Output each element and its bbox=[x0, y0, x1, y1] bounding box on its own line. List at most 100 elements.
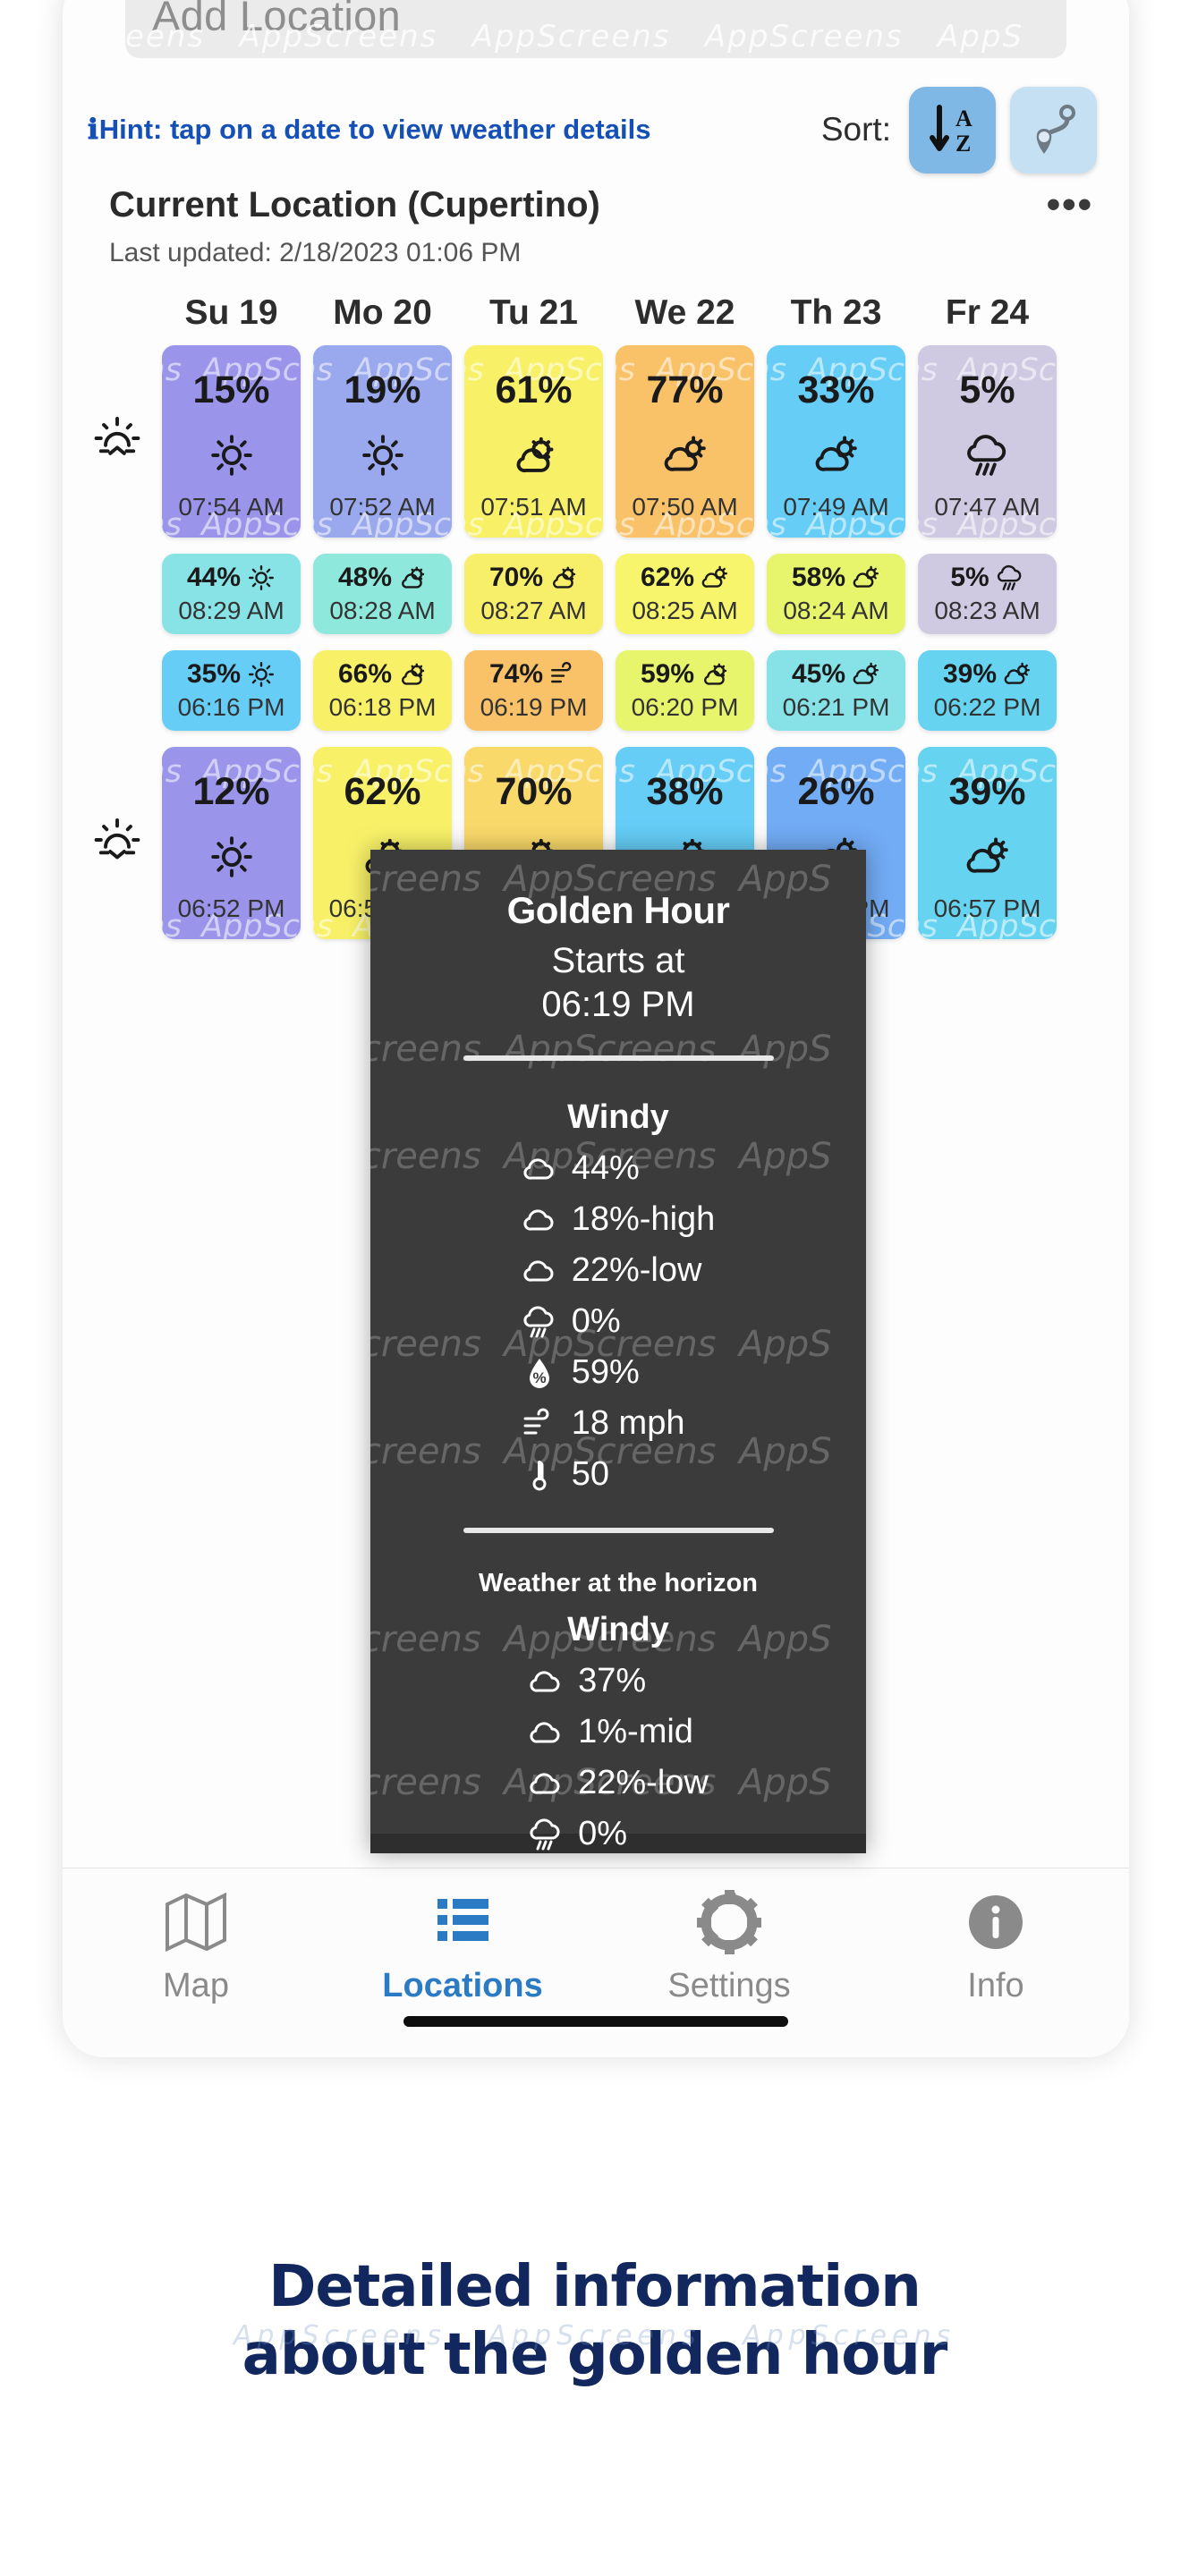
forecast-cell[interactable]: ens AppScreens ens AppScreens 39% 06:57 … bbox=[912, 747, 1063, 939]
forecast-card[interactable]: 45% 06:21 PM bbox=[767, 650, 905, 731]
forecast-percent: 48% bbox=[337, 563, 393, 592]
popup-title: Golden Hour bbox=[506, 889, 730, 931]
forecast-cell[interactable]: ens AppScreens ens AppScreens 33% 07:49 … bbox=[760, 345, 912, 538]
forecast-time: 06:22 PM bbox=[933, 693, 1041, 721]
watermark-text: oScreens AppScreens AppS bbox=[370, 1029, 832, 1070]
cloud-icon bbox=[522, 1253, 557, 1289]
forecast-percent: 74% bbox=[488, 659, 544, 689]
forecast-time: 07:51 AM bbox=[480, 493, 587, 521]
forecast-card[interactable]: 48% 08:28 AM bbox=[313, 554, 452, 634]
forecast-cell[interactable]: 59% 06:20 PM bbox=[609, 650, 760, 731]
popup-metric-value: 22%-low bbox=[571, 1251, 702, 1289]
day-header-th: Th 23 bbox=[790, 293, 882, 332]
forecast-time: 07:50 AM bbox=[632, 493, 738, 521]
forecast-card[interactable]: ens AppScreens ens AppScreens 15% 07:54 … bbox=[162, 345, 301, 538]
sun-icon bbox=[247, 660, 276, 689]
forecast-cell[interactable]: 62% 08:25 AM bbox=[609, 554, 760, 634]
tab-locations[interactable]: Locations bbox=[329, 1888, 596, 2005]
forecast-cell[interactable]: 66% 06:18 PM bbox=[307, 650, 458, 731]
forecast-percent: 66% bbox=[337, 659, 393, 689]
cloud-sun-icon bbox=[1003, 660, 1032, 689]
popup-metric-value: 0% bbox=[578, 1815, 628, 1852]
popup-metric: 0% bbox=[528, 1815, 709, 1853]
thermometer-icon bbox=[522, 1457, 557, 1493]
phone-frame: Add Location eens AppScreens AppScreens … bbox=[63, 0, 1129, 2057]
hint-label: ℹHint: tap on a date to view weather det… bbox=[88, 114, 650, 146]
forecast-cell[interactable]: ens AppScreens ens AppScreens 77% 07:50 … bbox=[609, 345, 760, 538]
popup-metric: 18%-high bbox=[522, 1200, 716, 1239]
forecast-card[interactable]: ens AppScreens ens AppScreens 5% 07:47 A… bbox=[918, 345, 1057, 538]
forecast-time: 06:20 PM bbox=[631, 693, 739, 721]
gear-icon bbox=[695, 1888, 763, 1956]
popup-metric-value: 37% bbox=[578, 1662, 647, 1699]
rain-icon bbox=[528, 1817, 564, 1852]
golden-hour-popup[interactable]: oScreens AppScreens AppS oScreens AppScr… bbox=[370, 850, 866, 1853]
tab-settings[interactable]: Settings bbox=[596, 1888, 862, 2005]
forecast-percent: 5% bbox=[959, 369, 1015, 411]
sort-route-button[interactable] bbox=[1010, 86, 1097, 174]
forecast-card[interactable]: 39% 06:22 PM bbox=[918, 650, 1057, 731]
forecast-card[interactable]: 58% 08:24 AM bbox=[767, 554, 905, 634]
caption: Detailed information about the golden ho… bbox=[0, 2254, 1189, 2389]
forecast-grid: Su 19 Mo 20 Tu 21 We 22 Th 23 Fr 24 ens AppSc… bbox=[63, 293, 1129, 939]
tab-map[interactable]: Map bbox=[63, 1888, 329, 2005]
popup-metric: 44% bbox=[522, 1149, 716, 1188]
sun-icon bbox=[208, 834, 255, 880]
forecast-cell[interactable]: 74% 06:19 PM bbox=[458, 650, 609, 731]
forecast-card[interactable]: 62% 08:25 AM bbox=[616, 554, 754, 634]
forecast-card[interactable]: 59% 06:20 PM bbox=[616, 650, 754, 731]
add-location-search[interactable]: Add Location eens AppScreens AppScreens … bbox=[125, 0, 1066, 58]
forecast-percent: 70% bbox=[495, 770, 573, 813]
forecast-percent: 39% bbox=[948, 770, 1026, 813]
cloud-icon bbox=[528, 1664, 564, 1699]
forecast-card[interactable]: 5% 08:23 AM bbox=[918, 554, 1057, 634]
day-header-row: Su 19 Mo 20 Tu 21 We 22 Th 23 Fr 24 bbox=[63, 293, 1129, 333]
forecast-cell[interactable]: 44% 08:29 AM bbox=[156, 554, 307, 634]
forecast-percent: 61% bbox=[495, 369, 573, 411]
popup-starts-label: Starts at bbox=[551, 941, 685, 980]
forecast-cell[interactable]: ens AppScreens ens AppScreens 19% 07:52 … bbox=[307, 345, 458, 538]
forecast-cell[interactable]: ens AppScreens ens AppScreens 61% 07:51 … bbox=[458, 345, 609, 538]
forecast-cell[interactable]: 48% 08:28 AM bbox=[307, 554, 458, 634]
golden-morning-row: 44% 08:29 AM 48% 08:28 AM 70% 08:27 AM 6… bbox=[63, 554, 1129, 634]
forecast-cell[interactable]: ens AppScreens ens AppScreens 5% 07:47 A… bbox=[912, 345, 1063, 538]
forecast-cell[interactable]: 39% 06:22 PM bbox=[912, 650, 1063, 731]
forecast-card[interactable]: 74% 06:19 PM bbox=[464, 650, 603, 731]
forecast-card[interactable]: 66% 06:18 PM bbox=[313, 650, 452, 731]
day-header-su: Su 19 bbox=[184, 293, 278, 332]
forecast-card[interactable]: ens AppScreens ens AppScreens 61% 07:51 … bbox=[464, 345, 603, 538]
cloud-sun-icon bbox=[964, 834, 1011, 880]
forecast-cell[interactable]: 35% 06:16 PM bbox=[156, 650, 307, 731]
forecast-card[interactable]: ens AppScreens ens AppScreens 19% 07:52 … bbox=[313, 345, 452, 538]
forecast-cell[interactable]: ens AppScreens ens AppScreens 15% 07:54 … bbox=[156, 345, 307, 538]
forecast-cell[interactable]: 58% 08:24 AM bbox=[760, 554, 912, 634]
search-input[interactable]: Add Location bbox=[125, 0, 1066, 58]
wind-icon bbox=[549, 660, 578, 689]
hint-and-sort-row: ℹHint: tap on a date to view weather det… bbox=[63, 80, 1129, 179]
sort-alpha-button[interactable]: A Z bbox=[909, 86, 996, 174]
forecast-card[interactable]: ens AppScreens ens AppScreens 77% 07:50 … bbox=[616, 345, 754, 538]
forecast-cell[interactable]: ens AppScreens ens AppScreens 12% 06:52 … bbox=[156, 747, 307, 939]
forecast-time: 08:24 AM bbox=[783, 597, 889, 624]
svg-text:A: A bbox=[955, 106, 972, 131]
forecast-cell[interactable]: 70% 08:27 AM bbox=[458, 554, 609, 634]
forecast-card[interactable]: 70% 08:27 AM bbox=[464, 554, 603, 634]
forecast-percent: 77% bbox=[646, 369, 724, 411]
forecast-percent: 26% bbox=[797, 770, 875, 813]
forecast-cell[interactable]: 45% 06:21 PM bbox=[760, 650, 912, 731]
forecast-percent: 44% bbox=[186, 563, 242, 592]
forecast-card[interactable]: ens AppScreens ens AppScreens 12% 06:52 … bbox=[162, 747, 301, 939]
location-header: Current Location (Cupertino) ••• bbox=[63, 177, 1129, 233]
forecast-card[interactable]: ens AppScreens ens AppScreens 39% 06:57 … bbox=[918, 747, 1057, 939]
cloud-icon bbox=[528, 1766, 564, 1801]
forecast-card[interactable]: ens AppScreens ens AppScreens 33% 07:49 … bbox=[767, 345, 905, 538]
forecast-cell[interactable]: 5% 08:23 AM bbox=[912, 554, 1063, 634]
forecast-percent: 15% bbox=[192, 369, 270, 411]
location-menu-button[interactable]: ••• bbox=[1047, 185, 1093, 224]
tab-info[interactable]: Info bbox=[862, 1888, 1129, 2005]
popup-metric-value: 18%-high bbox=[571, 1200, 716, 1238]
popup-metric-value: 59% bbox=[571, 1353, 640, 1391]
forecast-card[interactable]: 35% 06:16 PM bbox=[162, 650, 301, 731]
forecast-time: 08:23 AM bbox=[934, 597, 1040, 624]
forecast-card[interactable]: 44% 08:29 AM bbox=[162, 554, 301, 634]
